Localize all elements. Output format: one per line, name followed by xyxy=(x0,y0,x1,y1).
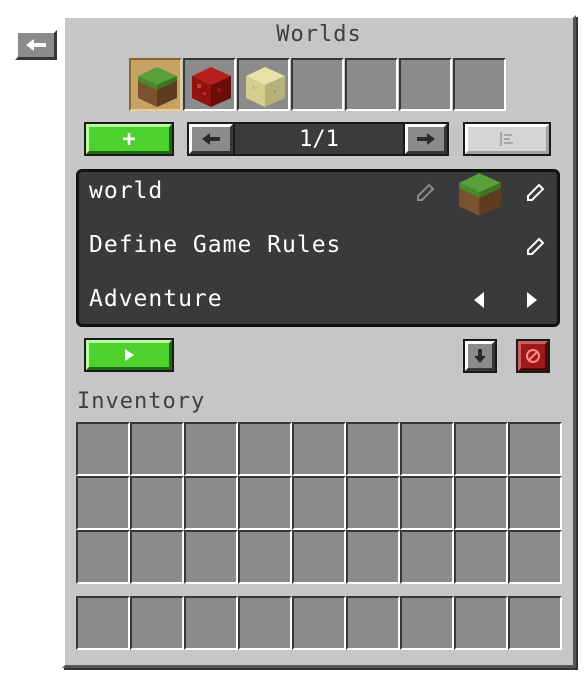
sort-button[interactable] xyxy=(463,122,551,156)
rename-world-icon[interactable] xyxy=(414,182,436,208)
game-mode-value: Adventure xyxy=(89,286,223,312)
sort-icon xyxy=(500,132,513,146)
game-rules-label: Define Game Rules xyxy=(89,232,342,258)
inventory-slot[interactable] xyxy=(454,530,508,584)
inventory-slot[interactable] xyxy=(400,530,454,584)
hotbar-slot[interactable] xyxy=(130,596,184,650)
hotbar-slot[interactable] xyxy=(346,596,400,650)
inventory-slot[interactable] xyxy=(76,476,130,530)
inventory-slot[interactable] xyxy=(184,422,238,476)
inventory-slot[interactable] xyxy=(508,422,562,476)
page-indicator-text: 1/1 xyxy=(299,126,339,152)
redstone-block-icon xyxy=(192,67,231,107)
hotbar-slot[interactable] xyxy=(184,596,238,650)
world-slot-3[interactable] xyxy=(237,58,290,111)
game-mode-prev-button[interactable] xyxy=(472,290,486,314)
edit-game-rules-button[interactable] xyxy=(524,236,546,262)
game-mode-next-button[interactable] xyxy=(525,290,539,314)
grass-block-icon xyxy=(138,67,177,107)
inventory-slot[interactable] xyxy=(292,530,346,584)
prev-page-button[interactable] xyxy=(187,122,235,156)
world-slot-5[interactable] xyxy=(345,58,398,111)
inventory-slot[interactable] xyxy=(508,530,562,584)
inventory-slot[interactable] xyxy=(76,422,130,476)
inventory-slot[interactable] xyxy=(238,530,292,584)
world-slot-6[interactable] xyxy=(399,58,452,111)
world-name[interactable]: world xyxy=(89,178,163,204)
end-stone-block-icon xyxy=(246,67,285,107)
play-world-button[interactable] xyxy=(84,338,174,372)
hotbar-slot[interactable] xyxy=(76,596,130,650)
hotbar-slot[interactable] xyxy=(400,596,454,650)
inventory-slot[interactable] xyxy=(346,476,400,530)
hotbar-slot[interactable] xyxy=(508,596,562,650)
inventory-slot[interactable] xyxy=(454,476,508,530)
page-indicator: 1/1 xyxy=(233,122,405,156)
pencil-icon xyxy=(417,183,435,201)
triangle-right-icon xyxy=(527,292,537,308)
inventory-slot[interactable] xyxy=(400,422,454,476)
inventory-slot[interactable] xyxy=(130,530,184,584)
pencil-icon xyxy=(527,183,545,201)
delete-world-button[interactable] xyxy=(516,339,550,373)
world-slot-7[interactable] xyxy=(453,58,506,111)
inventory-slot[interactable] xyxy=(346,422,400,476)
world-slot-1[interactable] xyxy=(129,58,182,111)
page-title: Worlds xyxy=(276,22,362,47)
world-slot-2[interactable] xyxy=(183,58,236,111)
download-icon xyxy=(474,349,486,363)
inventory-slot[interactable] xyxy=(76,530,130,584)
inventory-slot[interactable] xyxy=(130,476,184,530)
hotbar-slot[interactable] xyxy=(238,596,292,650)
add-label: + xyxy=(122,126,136,152)
inventory-slot[interactable] xyxy=(508,476,562,530)
delete-icon xyxy=(526,349,540,363)
inventory-slot[interactable] xyxy=(400,476,454,530)
world-slot-4[interactable] xyxy=(291,58,344,111)
inventory-label: Inventory xyxy=(77,389,206,414)
inventory-slot[interactable] xyxy=(130,422,184,476)
triangle-left-icon xyxy=(474,292,484,308)
arrow-left-icon xyxy=(26,39,46,51)
inventory-slot[interactable] xyxy=(238,422,292,476)
inventory-slot[interactable] xyxy=(292,422,346,476)
pencil-icon xyxy=(527,237,545,255)
inventory-slot[interactable] xyxy=(454,422,508,476)
inventory-slot[interactable] xyxy=(238,476,292,530)
play-icon xyxy=(125,349,134,361)
inventory-slot[interactable] xyxy=(292,476,346,530)
hotbar-slot[interactable] xyxy=(292,596,346,650)
hotbar-slot[interactable] xyxy=(454,596,508,650)
inventory-slot[interactable] xyxy=(184,476,238,530)
arrow-right-icon xyxy=(417,133,435,145)
edit-world-icon-button[interactable] xyxy=(524,182,546,208)
add-world-button[interactable]: + xyxy=(84,122,174,156)
grass-block-icon xyxy=(459,173,501,216)
inventory-slot[interactable] xyxy=(184,530,238,584)
arrow-left-icon xyxy=(202,133,220,145)
back-button[interactable] xyxy=(15,30,57,60)
world-icon-preview[interactable] xyxy=(456,170,504,218)
download-world-button[interactable] xyxy=(463,339,497,373)
next-page-button[interactable] xyxy=(403,122,449,156)
inventory-slot[interactable] xyxy=(346,530,400,584)
